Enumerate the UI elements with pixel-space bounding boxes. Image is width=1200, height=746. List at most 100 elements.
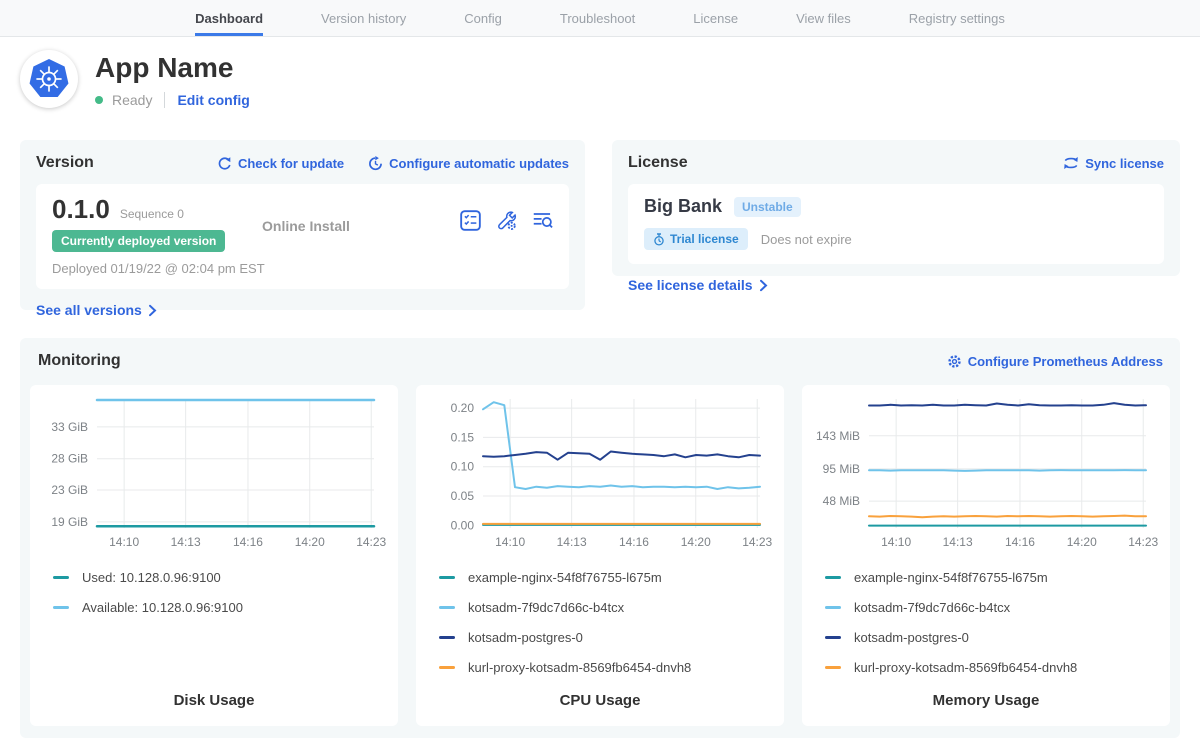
see-license-details-link[interactable]: See license details [628,277,768,293]
legend-item: example-nginx-54f8f76755-l675m [439,570,784,585]
svg-text:14:10: 14:10 [109,535,139,549]
tab-dashboard[interactable]: Dashboard [195,0,263,36]
svg-text:0.20: 0.20 [451,401,475,415]
gear-icon [947,354,962,369]
chevron-right-icon [148,304,157,317]
sync-license-button[interactable]: Sync license [1063,156,1164,171]
legend-label: kurl-proxy-kotsadm-8569fb6454-dnvh8 [854,660,1077,675]
legend-label: kotsadm-postgres-0 [468,630,583,645]
edit-config-link[interactable]: Edit config [177,92,249,108]
svg-text:14:13: 14:13 [171,535,201,549]
svg-text:14:16: 14:16 [233,535,263,549]
license-card: License Sync license Big Bank Unstable [612,140,1180,276]
svg-text:14:16: 14:16 [619,535,649,549]
license-card-title: License [628,154,688,172]
check-for-update-button[interactable]: Check for update [217,156,344,171]
charts-row: 33 GiB28 GiB23 GiB19 GiB14:1014:1314:161… [30,385,1170,726]
refresh-icon [217,156,232,171]
svg-text:19 GiB: 19 GiB [51,515,88,529]
configure-automatic-updates-button[interactable]: Configure automatic updates [368,156,569,171]
legend-label: kotsadm-7f9dc7d66c-b4tcx [854,600,1010,615]
svg-text:33 GiB: 33 GiB [51,420,88,434]
svg-text:95 MiB: 95 MiB [823,462,860,476]
chart-card: 143 MiB95 MiB48 MiB14:1014:1314:1614:201… [802,385,1170,726]
legend-label: Used: 10.128.0.96:9100 [82,570,221,585]
chart-legend: example-nginx-54f8f76755-l675m kotsadm-7f… [439,570,784,675]
wrench-gear-icon [496,210,517,231]
legend-label: example-nginx-54f8f76755-l675m [468,570,662,585]
legend-label: kotsadm-postgres-0 [854,630,969,645]
svg-text:143 MiB: 143 MiB [816,429,860,443]
legend-item: Available: 10.128.0.96:9100 [53,600,398,615]
app-logo [20,50,78,108]
svg-text:14:20: 14:20 [681,535,711,549]
legend-label: Available: 10.128.0.96:9100 [82,600,243,615]
legend-label: kotsadm-7f9dc7d66c-b4tcx [468,600,624,615]
svg-text:14:10: 14:10 [881,535,911,549]
legend-label: kurl-proxy-kotsadm-8569fb6454-dnvh8 [468,660,691,675]
legend-item: kotsadm-postgres-0 [439,630,784,645]
memory-usage-chart: 143 MiB95 MiB48 MiB14:1014:1314:1614:201… [802,395,1170,555]
legend-item: kotsadm-postgres-0 [825,630,1170,645]
sequence-label: Sequence 0 [120,207,184,221]
chart-card: 0.200.150.100.050.0014:1014:1314:1614:20… [416,385,784,726]
customer-name: Big Bank [644,196,722,217]
legend-color-dash [53,606,69,609]
legend-color-dash [825,666,841,669]
legend-color-dash [825,606,841,609]
tab-config[interactable]: Config [464,0,502,36]
svg-text:0.15: 0.15 [451,430,475,444]
legend-label: example-nginx-54f8f76755-l675m [854,570,1048,585]
see-all-versions-link[interactable]: See all versions [36,302,157,318]
log-search-icon [532,210,553,231]
tab-version-history[interactable]: Version history [321,0,406,36]
preflight-checks-button[interactable] [460,210,481,231]
sync-icon [1063,156,1079,170]
install-type-label: Online Install [262,218,350,234]
svg-text:48 MiB: 48 MiB [823,494,860,508]
tab-troubleshoot[interactable]: Troubleshoot [560,0,635,36]
deployed-timestamp: Deployed 01/19/22 @ 02:04 pm EST [52,261,553,276]
divider [164,92,165,108]
legend-color-dash [439,666,455,669]
config-tools-button[interactable] [496,210,517,231]
nav-tabs: Dashboard Version history Config Troublesho… [195,0,1005,36]
svg-text:14:20: 14:20 [295,535,325,549]
tab-view-files[interactable]: View files [796,0,851,36]
configure-prometheus-link[interactable]: Configure Prometheus Address [947,354,1163,369]
tab-registry-settings[interactable]: Registry settings [909,0,1005,36]
expiration-text: Does not expire [761,232,852,247]
legend-color-dash [439,636,455,639]
channel-badge: Unstable [734,197,801,217]
kubernetes-icon [28,58,70,100]
status-dot [95,96,103,104]
chart-legend: Used: 10.128.0.96:9100 Available: 10.128.… [53,570,398,615]
legend-color-dash [825,576,841,579]
svg-text:0.10: 0.10 [451,460,475,474]
chart-legend: example-nginx-54f8f76755-l675m kotsadm-7f… [825,570,1170,675]
legend-item: kotsadm-7f9dc7d66c-b4tcx [825,600,1170,615]
legend-item: kotsadm-7f9dc7d66c-b4tcx [439,600,784,615]
svg-text:14:23: 14:23 [742,535,772,549]
legend-item: kurl-proxy-kotsadm-8569fb6454-dnvh8 [825,660,1170,675]
cpu-usage-chart: 0.200.150.100.050.0014:1014:1314:1614:20… [416,395,784,555]
legend-color-dash [439,606,455,609]
stopwatch-icon [653,233,665,246]
page-title: App Name [95,52,250,84]
svg-text:14:16: 14:16 [1005,535,1035,549]
legend-item: kurl-proxy-kotsadm-8569fb6454-dnvh8 [439,660,784,675]
legend-color-dash [439,576,455,579]
view-logs-button[interactable] [532,210,553,231]
top-nav: Dashboard Version history Config Troublesho… [0,0,1200,37]
svg-text:14:20: 14:20 [1067,535,1097,549]
monitoring-title: Monitoring [38,352,121,370]
legend-item: Used: 10.128.0.96:9100 [53,570,398,585]
legend-color-dash [53,576,69,579]
svg-text:14:23: 14:23 [356,535,386,549]
svg-text:14:10: 14:10 [495,535,525,549]
checklist-icon [460,210,481,231]
disk-usage-chart: 33 GiB28 GiB23 GiB19 GiB14:1014:1314:161… [30,395,398,555]
current-version-panel: 0.1.0 Sequence 0 Currently deployed vers… [36,184,569,289]
tab-license[interactable]: License [693,0,738,36]
license-details-panel: Big Bank Unstable Trial license Does not… [628,184,1164,264]
